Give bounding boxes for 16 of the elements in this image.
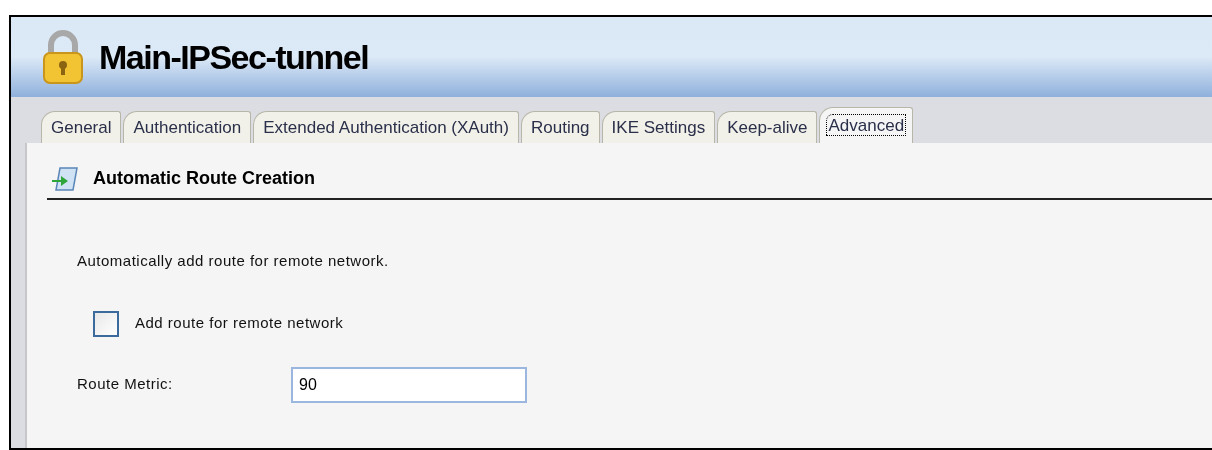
description-text: Automatically add route for remote network. bbox=[77, 251, 390, 271]
tab[interactable]: Authentication bbox=[123, 111, 252, 143]
tab[interactable]: Keep-alive bbox=[717, 111, 818, 143]
tab[interactable]: General bbox=[41, 111, 122, 143]
document-arrow-icon bbox=[51, 165, 81, 192]
route-metric-field[interactable]: 90 bbox=[291, 366, 527, 403]
route-metric-label: Route Metric: bbox=[77, 374, 174, 395]
section-title: Automatic Route Creation bbox=[93, 167, 315, 190]
tab[interactable]: Advanced bbox=[819, 107, 914, 143]
checkbox[interactable] bbox=[93, 310, 119, 337]
tab[interactable]: Extended Authentication (XAuth) bbox=[253, 111, 519, 143]
tab[interactable]: IKE Settings bbox=[601, 111, 716, 143]
padlock-icon bbox=[41, 29, 85, 85]
window-title: Main-IPSec-tunnel bbox=[99, 36, 369, 78]
tab[interactable]: Routing bbox=[520, 111, 600, 143]
checkbox-label: Add route for remote network bbox=[135, 313, 344, 334]
